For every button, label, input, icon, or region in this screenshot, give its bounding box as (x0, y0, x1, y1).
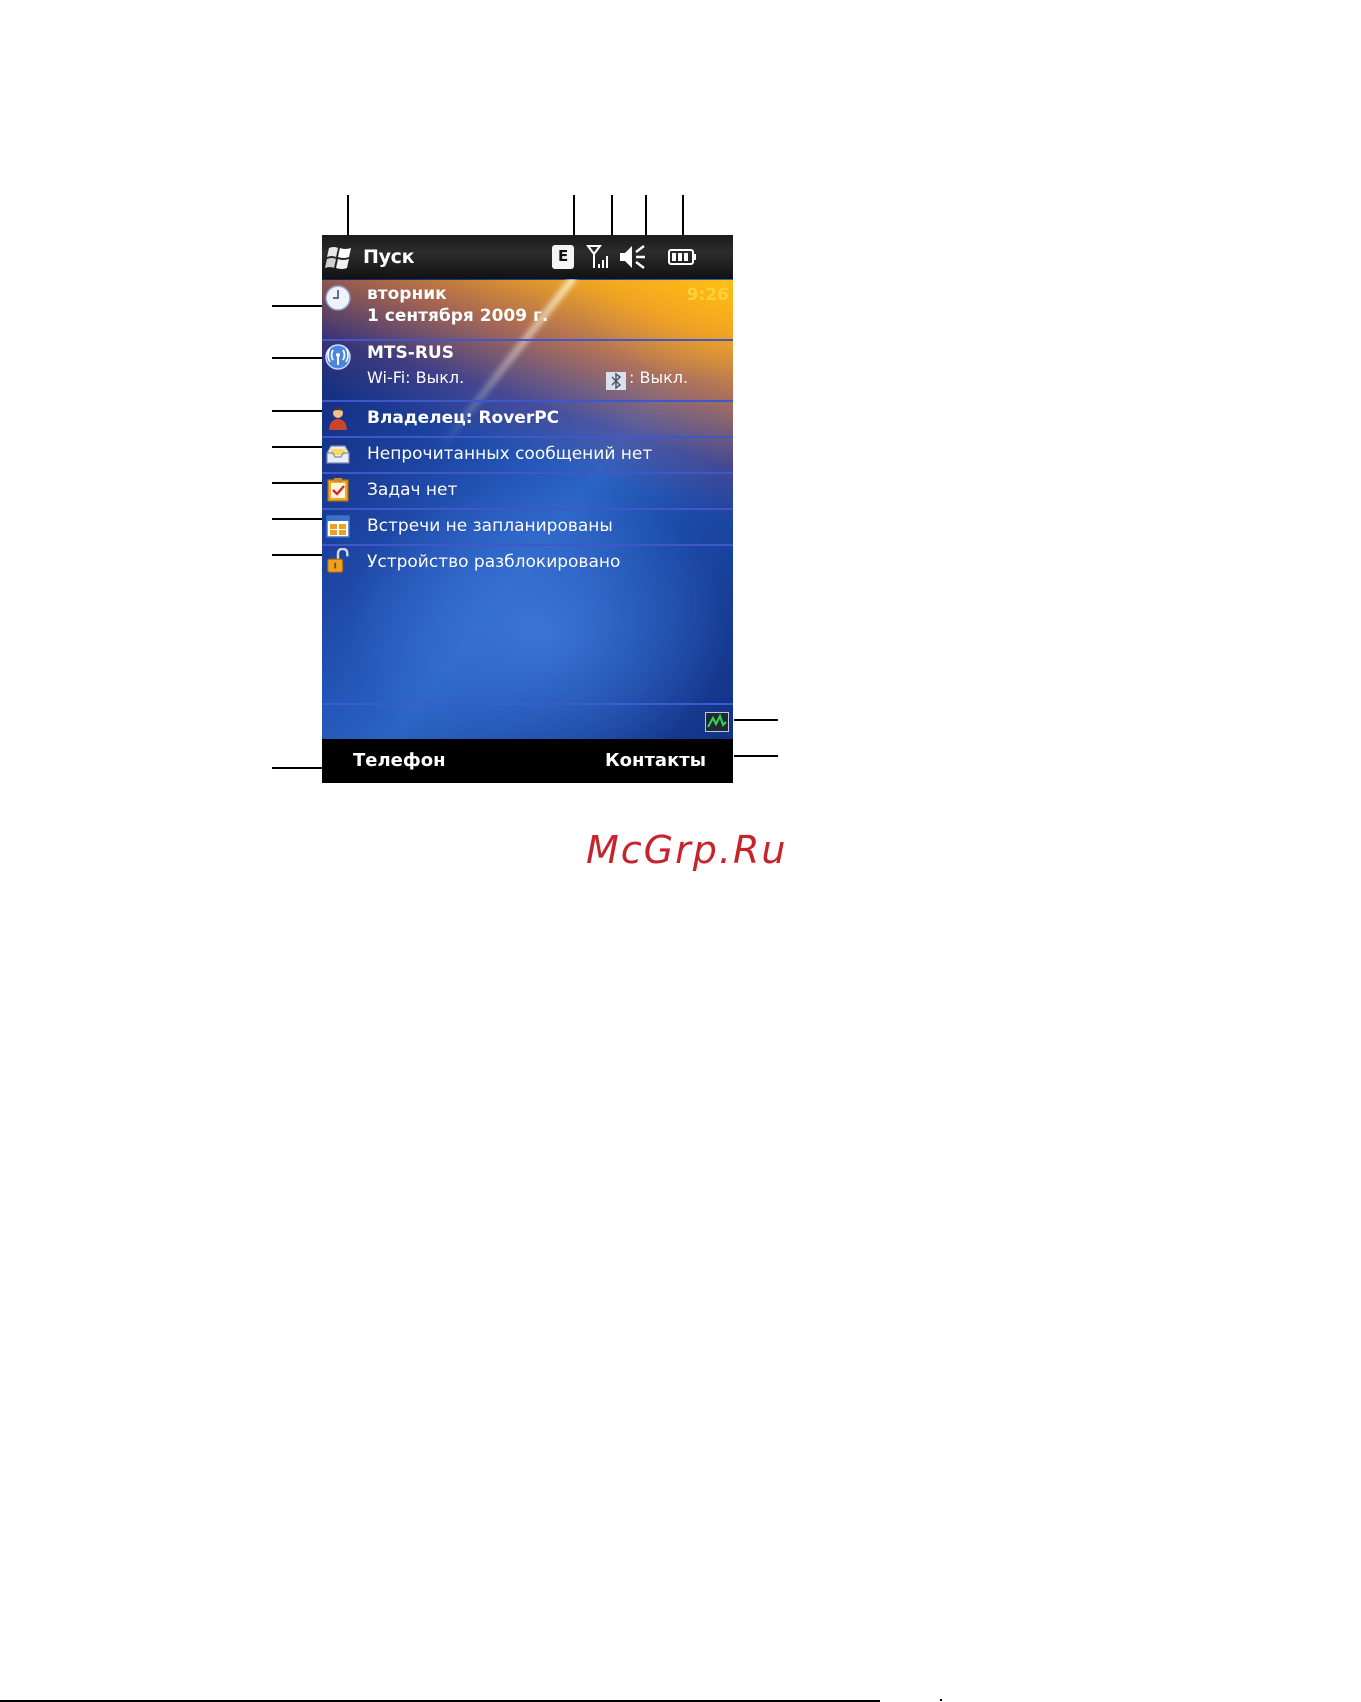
callout-line-tray (734, 719, 778, 721)
callout-line-date (272, 305, 322, 307)
callout-line-network (272, 357, 322, 359)
today-item-tasks[interactable]: Задач нет (322, 474, 733, 508)
callout-line-messages (272, 446, 322, 448)
signal-icon[interactable] (586, 244, 610, 270)
messages-label: Непрочитанных сообщений нет (367, 444, 653, 464)
watermark: McGrp.Ru (586, 828, 788, 872)
callout-line-softkey-right (734, 755, 778, 757)
callout-line-tasks (272, 482, 322, 484)
edge-badge-label: E (558, 247, 569, 265)
activity-monitor-icon[interactable] (705, 712, 729, 732)
lock-label: Устройство разблокировано (367, 552, 621, 572)
today-item-lock[interactable]: Устройство разблокировано (322, 546, 733, 580)
footer-rule (0, 1700, 880, 1702)
bluetooth-icon[interactable] (606, 372, 626, 390)
windows-start-icon[interactable] (325, 244, 355, 272)
tasks-icon (327, 478, 349, 502)
wifi-status[interactable]: Wi-Fi: Выкл. (367, 368, 464, 387)
bluetooth-status[interactable]: : Выкл. (629, 368, 688, 387)
start-menu-button[interactable]: Пуск (363, 246, 415, 268)
today-screen: Пуск E вторник 1 сентября 2009 г. 9:26 M… (322, 235, 733, 783)
callout-line-lock (272, 554, 322, 556)
battery-icon[interactable] (668, 247, 698, 267)
calendar-label: Встречи не запланированы (367, 516, 613, 536)
softkey-contacts[interactable]: Контакты (605, 750, 706, 771)
callout-line-battery (682, 195, 684, 235)
tasks-label: Задач нет (367, 480, 458, 500)
title-bar: Пуск E (322, 235, 733, 279)
today-item-messages[interactable]: Непрочитанных сообщений нет (322, 438, 733, 472)
callout-line-start (347, 195, 349, 235)
callout-line-volume (645, 195, 647, 235)
clock-icon (325, 285, 351, 311)
today-item-date[interactable]: вторник 1 сентября 2009 г. (322, 279, 733, 339)
date-day: вторник (367, 284, 447, 304)
network-operator: MTS-RUS (367, 343, 454, 363)
clock-time[interactable]: 9:26 (687, 285, 729, 305)
calendar-icon (326, 515, 350, 538)
callout-line-edge (573, 195, 575, 235)
today-item-owner[interactable]: Владелец: RoverPC (322, 402, 733, 436)
today-item-calendar[interactable]: Встречи не запланированы (322, 510, 733, 544)
softkey-bar: Телефон Контакты (322, 739, 733, 783)
owner-icon (329, 408, 347, 430)
callout-line-softkey-left (272, 767, 322, 769)
edge-icon[interactable]: E (552, 245, 574, 269)
callout-line-calendar (272, 518, 322, 520)
owner-label: Владелец: RoverPC (367, 408, 560, 428)
wireless-icon (325, 344, 351, 370)
softkey-phone[interactable]: Телефон (353, 750, 446, 771)
inbox-icon (326, 445, 350, 464)
callout-line-signal (611, 195, 613, 235)
unlocked-icon (327, 548, 349, 573)
footer-tick (940, 1699, 942, 1701)
date-full: 1 сентября 2009 г. (367, 306, 549, 326)
notification-tray-border (322, 703, 733, 705)
volume-muted-icon[interactable] (618, 244, 648, 270)
today-item-network[interactable]: MTS-RUS Wi-Fi: Выкл. : Выкл. (322, 341, 733, 401)
callout-line-owner (272, 410, 322, 412)
